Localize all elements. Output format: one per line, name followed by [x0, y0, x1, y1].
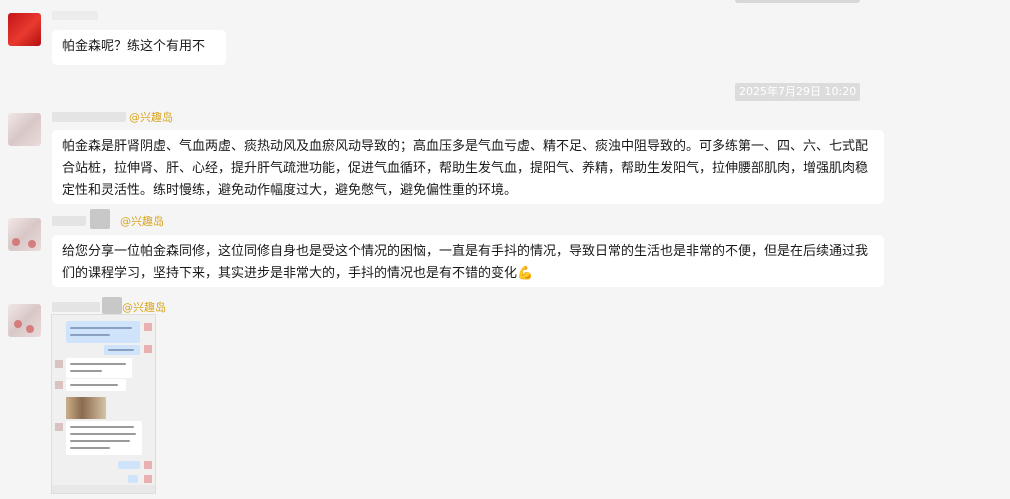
thumbnail-bubble	[128, 475, 138, 483]
thumbnail-bubble	[66, 379, 126, 391]
thumbnail-bubble	[118, 461, 140, 469]
sender-name-blurred	[90, 209, 110, 229]
thumbnail-bubble	[66, 421, 142, 455]
sender-name-blurred	[52, 112, 126, 122]
avatar[interactable]	[8, 113, 41, 146]
thumbnail-photo	[66, 397, 106, 419]
thumbnail-bubble	[66, 321, 140, 343]
message-bubble[interactable]: 帕金森呢？练这个有用不	[52, 30, 226, 65]
sender-name: @兴趣岛	[120, 215, 164, 228]
message-text: 给您分享一位帕金森同修，这位同修自身也是受这个情况的困恼，一直是有手抖的情况，导…	[62, 244, 869, 281]
sender-name-blurred	[52, 11, 98, 20]
sender-name-blurred	[52, 302, 100, 312]
scroll-indicator	[735, 0, 860, 3]
message-bubble[interactable]: 帕金森是肝肾阴虚、气血两虚、痰热动风及血瘀风动导致的；高血压多是气血亏虚、精不足…	[52, 130, 884, 204]
avatar[interactable]	[8, 13, 41, 46]
flexed-biceps-icon: 💪	[517, 266, 534, 281]
message-bubble[interactable]: 给您分享一位帕金森同修，这位同修自身也是受这个情况的困恼，一直是有手抖的情况，导…	[52, 235, 884, 287]
message-text: 帕金森呢？练这个有用不	[62, 39, 206, 54]
sender-name: @兴趣岛	[122, 301, 166, 314]
image-message[interactable]	[51, 314, 156, 494]
avatar[interactable]	[8, 218, 41, 251]
sender-name-blurred	[52, 216, 86, 226]
thumbnail-footer	[52, 485, 155, 493]
message-text: 帕金森是肝肾阴虚、气血两虚、痰热动风及血瘀风动导致的；高血压多是气血亏虚、精不足…	[62, 139, 869, 198]
thumbnail-bubble	[66, 358, 132, 378]
sender-name-blurred	[102, 297, 122, 314]
thumbnail-bubble	[104, 345, 140, 355]
avatar[interactable]	[8, 304, 41, 337]
timestamp: 2025年7月29日 10:20	[735, 83, 861, 101]
sender-name: @兴趣岛	[129, 111, 173, 124]
